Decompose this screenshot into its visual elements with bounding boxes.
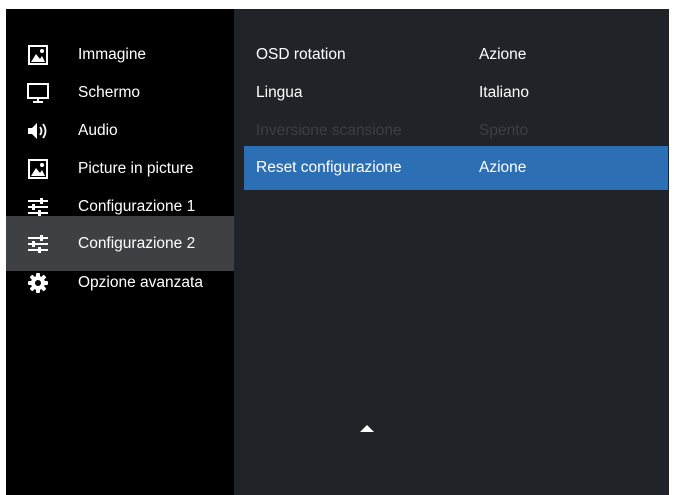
setting-name: OSD rotation <box>256 46 346 63</box>
menu-label: Immagine <box>78 45 147 63</box>
setting-name: Inversione scansione <box>256 122 402 139</box>
setting-value: Spento <box>479 122 529 139</box>
settings-panel: OSD rotation Azione Lingua Italiano Inve… <box>234 9 669 495</box>
menu-label: Audio <box>78 121 118 139</box>
menu-item-opzione-avanzata[interactable]: Opzione avanzata <box>6 264 234 301</box>
speaker-icon <box>26 119 50 143</box>
setting-value: Italiano <box>479 84 529 101</box>
setting-value: Azione <box>479 159 527 176</box>
menu-label: Configurazione 2 <box>78 234 196 252</box>
sliders-icon <box>26 195 50 219</box>
setting-row-osd-rotation[interactable]: OSD rotation Azione <box>244 36 668 74</box>
setting-row-inversione-scansione: Inversione scansione Spento <box>244 112 668 150</box>
menu-item-immagine[interactable]: Immagine <box>6 36 234 73</box>
osd-menu: Immagine Schermo Audio Picture in pictur… <box>6 9 669 495</box>
menu-label: Configurazione 1 <box>78 197 196 215</box>
menu-label: Picture in picture <box>78 159 194 177</box>
main-menu: Immagine Schermo Audio Picture in pictur… <box>6 9 234 495</box>
setting-name: Lingua <box>256 84 303 101</box>
up-arrow-icon[interactable] <box>360 425 374 432</box>
setting-name: Reset configurazione <box>256 159 402 176</box>
setting-value: Azione <box>479 46 527 63</box>
image-icon <box>26 157 50 181</box>
menu-item-audio[interactable]: Audio <box>6 112 234 149</box>
menu-item-picture-in-picture[interactable]: Picture in picture <box>6 150 234 187</box>
setting-row-lingua[interactable]: Lingua Italiano <box>244 74 668 112</box>
gear-icon <box>26 271 50 295</box>
sliders-icon <box>26 232 50 256</box>
monitor-icon <box>26 81 50 105</box>
setting-row-reset-configurazione[interactable]: Reset configurazione Azione <box>244 146 668 190</box>
menu-label: Schermo <box>78 83 141 101</box>
menu-label: Opzione avanzata <box>78 273 203 291</box>
image-icon <box>26 43 50 67</box>
menu-item-configurazione-2[interactable]: Configurazione 2 <box>6 216 234 271</box>
menu-item-schermo[interactable]: Schermo <box>6 74 234 111</box>
